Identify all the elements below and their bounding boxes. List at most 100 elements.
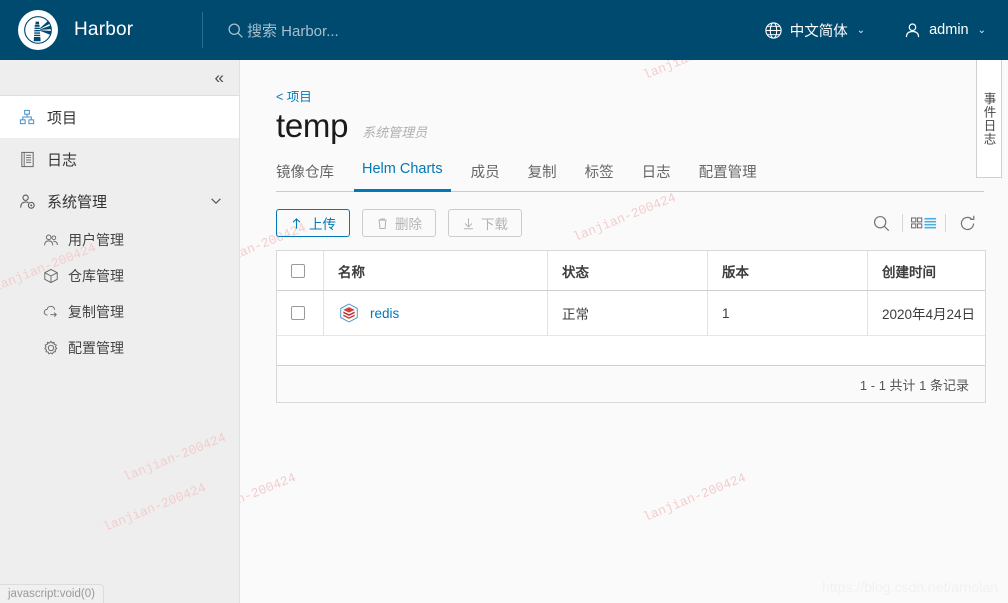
table-search-button[interactable] <box>864 208 898 238</box>
projects-icon <box>18 108 36 126</box>
refresh-button[interactable] <box>950 208 984 238</box>
project-tabs: 镜像仓库 Helm Charts 成员 复制 标签 日志 配置管理 <box>276 155 984 192</box>
chevron-down-icon: ⌄ <box>856 24 866 36</box>
download-arrow-icon <box>464 217 473 229</box>
sidebar-item-label: 日志 <box>47 151 78 169</box>
sidebar-item-configuration[interactable]: 配置管理 <box>0 330 239 366</box>
browser-status-bar: javascript:void(0) <box>0 584 104 603</box>
breadcrumb[interactable]: < 项目 <box>276 86 984 105</box>
user-label: admin <box>929 22 969 38</box>
chart-name-link[interactable]: redis <box>370 306 399 321</box>
tab-members[interactable]: 成员 <box>457 155 514 191</box>
chevron-down-icon <box>211 198 221 204</box>
tab-configuration[interactable]: 配置管理 <box>685 155 771 191</box>
trash-icon <box>378 218 387 229</box>
language-selector[interactable]: 中文简体 ⌄ <box>764 20 865 41</box>
tab-helm-charts[interactable]: Helm Charts <box>348 155 457 192</box>
tab-replication[interactable]: 复制 <box>514 155 571 191</box>
download-button-label: 下载 <box>481 217 508 232</box>
collapse-chevrons-icon: « <box>214 67 224 87</box>
tab-logs[interactable]: 日志 <box>628 155 685 191</box>
table-filler-row <box>277 336 985 366</box>
cell-name: redis <box>323 291 547 335</box>
view-toggle-button[interactable] <box>907 208 941 238</box>
language-label: 中文简体 <box>789 23 848 40</box>
cell-status: 正常 <box>547 291 707 335</box>
column-header-version[interactable]: 版本 <box>707 251 867 290</box>
pagination-summary: 1 - 1 共计 1 条记录 <box>859 377 969 393</box>
column-header-status[interactable]: 状态 <box>547 251 707 290</box>
tab-labels[interactable]: 标签 <box>571 155 628 191</box>
select-all-checkbox[interactable] <box>291 263 305 278</box>
sidebar-subitem-label: 配置管理 <box>68 340 124 356</box>
upload-arrow-icon <box>292 217 301 229</box>
replication-icon <box>42 304 59 321</box>
watermark: lanjian-200424 <box>121 430 229 485</box>
upload-button-label: 上传 <box>309 217 336 232</box>
search-input[interactable]: 搜索 Harbor... <box>247 20 339 41</box>
watermark-url: https://blog.csdn.net/arnolan <box>822 579 998 595</box>
header-divider <box>202 12 203 48</box>
table-footer: 1 - 1 共计 1 条记录 <box>277 366 985 402</box>
sidebar-item-projects[interactable]: 项目 <box>0 96 239 138</box>
toolbar-right-icons <box>864 208 984 238</box>
main-inner: < 项目 temp 系统管理员 镜像仓库 Helm Charts 成员 复制 标… <box>240 60 1008 403</box>
sidebar-subitem-label: 用户管理 <box>68 232 124 248</box>
tab-repositories[interactable]: 镜像仓库 <box>276 155 348 191</box>
main-content: lanjian-200424 lanjian-200424 lanjian-20… <box>240 60 1008 603</box>
configuration-icon <box>42 340 59 357</box>
chevron-down-icon: ⌄ <box>977 24 986 36</box>
sidebar-item-users[interactable]: 用户管理 <box>0 222 239 258</box>
watermark: lanjian-200424 <box>101 480 209 535</box>
search-icon <box>873 215 889 231</box>
sidebar: « 项目 日志 系统管理 用户管理 仓库管理 复制管理 配置管理 lanjian… <box>0 60 240 603</box>
action-toolbar: 上传 删除 下载 <box>276 208 984 238</box>
logs-icon <box>18 150 36 168</box>
harbor-logo-svg <box>23 15 53 45</box>
users-icon <box>42 232 59 249</box>
sidebar-item-replication[interactable]: 复制管理 <box>0 294 239 330</box>
cell-version: 1 <box>707 291 867 335</box>
system-admin-icon <box>18 192 36 210</box>
sidebar-item-system-admin-left: 系统管理 <box>18 191 107 212</box>
header-right-actions: 中文简体 ⌄ admin ⌄ <box>764 20 1008 41</box>
row-select-cell <box>277 291 323 335</box>
delete-button-label: 删除 <box>395 217 422 232</box>
brand-area[interactable]: Harbor <box>0 10 202 50</box>
sidebar-item-registry[interactable]: 仓库管理 <box>0 258 239 294</box>
brand-name: Harbor <box>74 19 134 40</box>
toolbar-separator <box>945 214 946 232</box>
user-icon <box>905 22 920 37</box>
search-icon <box>228 22 243 38</box>
event-log-tab-label: 事件日志 <box>981 91 996 146</box>
grid-list-view-icon <box>911 217 937 229</box>
delete-button[interactable]: 删除 <box>362 209 436 237</box>
sidebar-item-system-admin[interactable]: 系统管理 <box>0 180 239 222</box>
toolbar-separator <box>902 214 903 232</box>
select-all-cell <box>277 251 323 290</box>
cell-created: 2020年4月24日 <box>867 291 985 335</box>
table-header-row: 名称 状态 版本 创建时间 <box>277 251 985 291</box>
harbor-app-window: Harbor 搜索 Harbor... 中文简体 ⌄ admin ⌄ « 项目 … <box>0 0 1008 603</box>
body-row: « 项目 日志 系统管理 用户管理 仓库管理 复制管理 配置管理 lanjian… <box>0 60 1008 603</box>
sidebar-item-label: 项目 <box>47 109 78 127</box>
project-role-badge: 系统管理员 <box>362 125 428 140</box>
upload-button[interactable]: 上传 <box>276 209 350 237</box>
globe-icon <box>765 21 782 39</box>
table-row[interactable]: redis 正常 1 2020年4月24日 <box>277 291 985 336</box>
page-title: temp <box>276 107 349 144</box>
column-header-name[interactable]: 名称 <box>323 251 547 290</box>
row-checkbox[interactable] <box>291 306 305 320</box>
global-search[interactable]: 搜索 Harbor... <box>227 20 339 41</box>
title-row: temp 系统管理员 <box>276 107 984 145</box>
download-button[interactable]: 下载 <box>448 209 522 237</box>
column-header-created[interactable]: 创建时间 <box>867 251 985 290</box>
watermark: lanjian-200424 <box>641 470 749 525</box>
user-menu[interactable]: admin ⌄ <box>903 21 986 40</box>
sidebar-collapse-button[interactable]: « <box>0 60 239 96</box>
sidebar-subitem-label: 复制管理 <box>68 304 124 320</box>
redis-logo-icon <box>340 303 358 323</box>
event-log-tab[interactable]: 事件日志 <box>976 60 1002 178</box>
watermark: lanjian-200424 <box>240 470 299 525</box>
sidebar-item-logs[interactable]: 日志 <box>0 138 239 180</box>
